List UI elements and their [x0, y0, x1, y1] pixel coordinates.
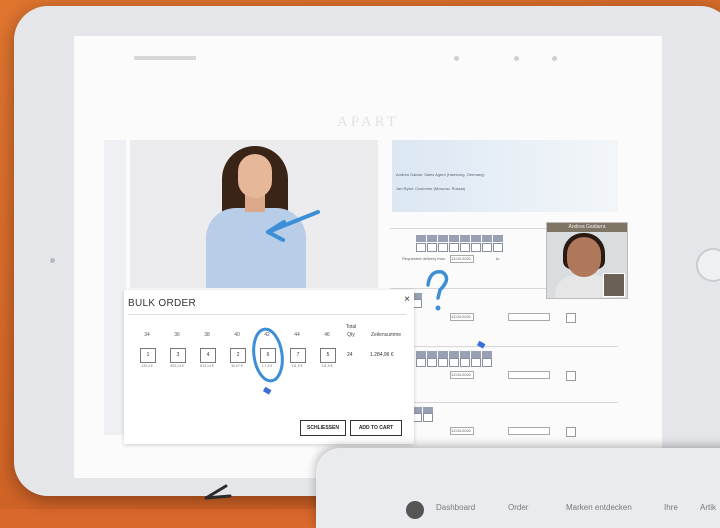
delivery-to-input[interactable]: [508, 371, 550, 379]
to-label: to: [496, 256, 500, 261]
total-qty: 24: [347, 352, 353, 358]
quantity-input[interactable]: 2: [230, 348, 246, 363]
row-checkbox[interactable]: [566, 427, 576, 437]
size-header: 34: [144, 332, 150, 338]
size-cells[interactable]: [416, 358, 492, 367]
delivery-date-input[interactable]: 13.04.2021: [450, 427, 474, 435]
size-header: 44: [294, 332, 300, 338]
rep-panel: Andrea Gaidar: Sales Agent (Hamburg, Ger…: [392, 140, 618, 212]
row-checkbox[interactable]: [566, 313, 576, 323]
bulk-order-modal: BULK ORDER × 34 36 38 40 42 44 46 1342675 133,…: [124, 290, 414, 444]
close-icon[interactable]: ×: [404, 294, 410, 305]
quantity-input[interactable]: 4: [200, 348, 216, 363]
second-nav-item[interactable]: Ihre: [664, 503, 678, 512]
divider: [128, 314, 406, 315]
row-checkbox[interactable]: [566, 371, 576, 381]
size-header: 36: [174, 332, 180, 338]
second-tablet-frame: [316, 448, 720, 528]
quantity-input[interactable]: 6: [260, 348, 276, 363]
side-panel: [104, 140, 126, 435]
second-nav-item[interactable]: Artik: [700, 503, 716, 512]
self-view-pip: [603, 273, 625, 297]
product-image[interactable]: [130, 140, 378, 288]
tablet-screen: APART Andrea Gaidar: Sales Agent (Hambur…: [74, 36, 662, 478]
brand-logo[interactable]: APART: [74, 114, 662, 131]
total-sum: 1.284,96 €: [370, 352, 394, 358]
line-price: 813,14 €: [200, 364, 214, 368]
model-shirt: [206, 208, 306, 288]
app-logo-icon[interactable]: [406, 501, 424, 519]
second-nav-item[interactable]: Marken entdecken: [566, 503, 632, 512]
size-header: 40: [234, 332, 240, 338]
delivery-to-input[interactable]: [508, 427, 550, 435]
second-nav-item[interactable]: Order: [508, 503, 528, 512]
caller-face: [567, 237, 601, 277]
delivery-date-input[interactable]: 13.04.2021: [450, 371, 474, 379]
add-to-cart-button[interactable]: ADD TO CART: [350, 420, 402, 436]
rep-customer-line: Jan Ryan: Customer (Moscow, Russia): [396, 186, 466, 191]
size-header: 38: [204, 332, 210, 338]
line-price: 111,9 €: [321, 364, 333, 368]
home-button[interactable]: [696, 248, 720, 282]
size-header: 46: [324, 332, 330, 338]
line-price: 503,14 €: [170, 364, 184, 368]
nav-logo[interactable]: [134, 56, 196, 60]
cart-icon[interactable]: [552, 56, 557, 61]
rep-agent-line: Andrea Gaidar: Sales Agent (Hamburg, Ger…: [396, 172, 485, 177]
delivery-date-input[interactable]: 13.04.2021: [450, 313, 474, 321]
order-row: 13.04.2021: [390, 346, 618, 403]
quantity-input[interactable]: 5: [320, 348, 336, 363]
caller-name: Andrea Gaidarra: [547, 223, 627, 232]
quantity-input[interactable]: 3: [170, 348, 186, 363]
quantity-input[interactable]: 1: [140, 348, 156, 363]
close-button[interactable]: SCHLIESSEN: [300, 420, 346, 436]
qty-header: Qty: [347, 332, 355, 338]
model-face: [238, 154, 272, 198]
search-icon[interactable]: [514, 56, 519, 61]
line-price: 111,9 €: [291, 364, 303, 368]
size-header: 42: [264, 332, 270, 338]
second-nav-item[interactable]: Dashboard: [436, 503, 475, 512]
camera-dot: [50, 258, 55, 263]
size-cells[interactable]: [416, 243, 503, 252]
sum-header: Zeilensumme: [370, 332, 401, 338]
bulk-order-title: BULK ORDER: [128, 298, 197, 309]
line-price: 133,4 €: [141, 364, 153, 368]
account-icon[interactable]: [454, 56, 459, 61]
quantity-input[interactable]: 7: [290, 348, 306, 363]
delivery-date-input[interactable]: 13.04.2021: [450, 255, 474, 263]
size-cells[interactable]: [412, 413, 433, 422]
delivery-label: Requested delivery from: [402, 256, 446, 261]
line-price: 35,67 €: [231, 364, 243, 368]
line-price: 1,7,4 €: [261, 364, 273, 368]
video-call-window[interactable]: Andrea Gaidarra: [546, 222, 628, 299]
delivery-to-input[interactable]: [508, 313, 550, 321]
total-header: Total: [345, 324, 357, 330]
